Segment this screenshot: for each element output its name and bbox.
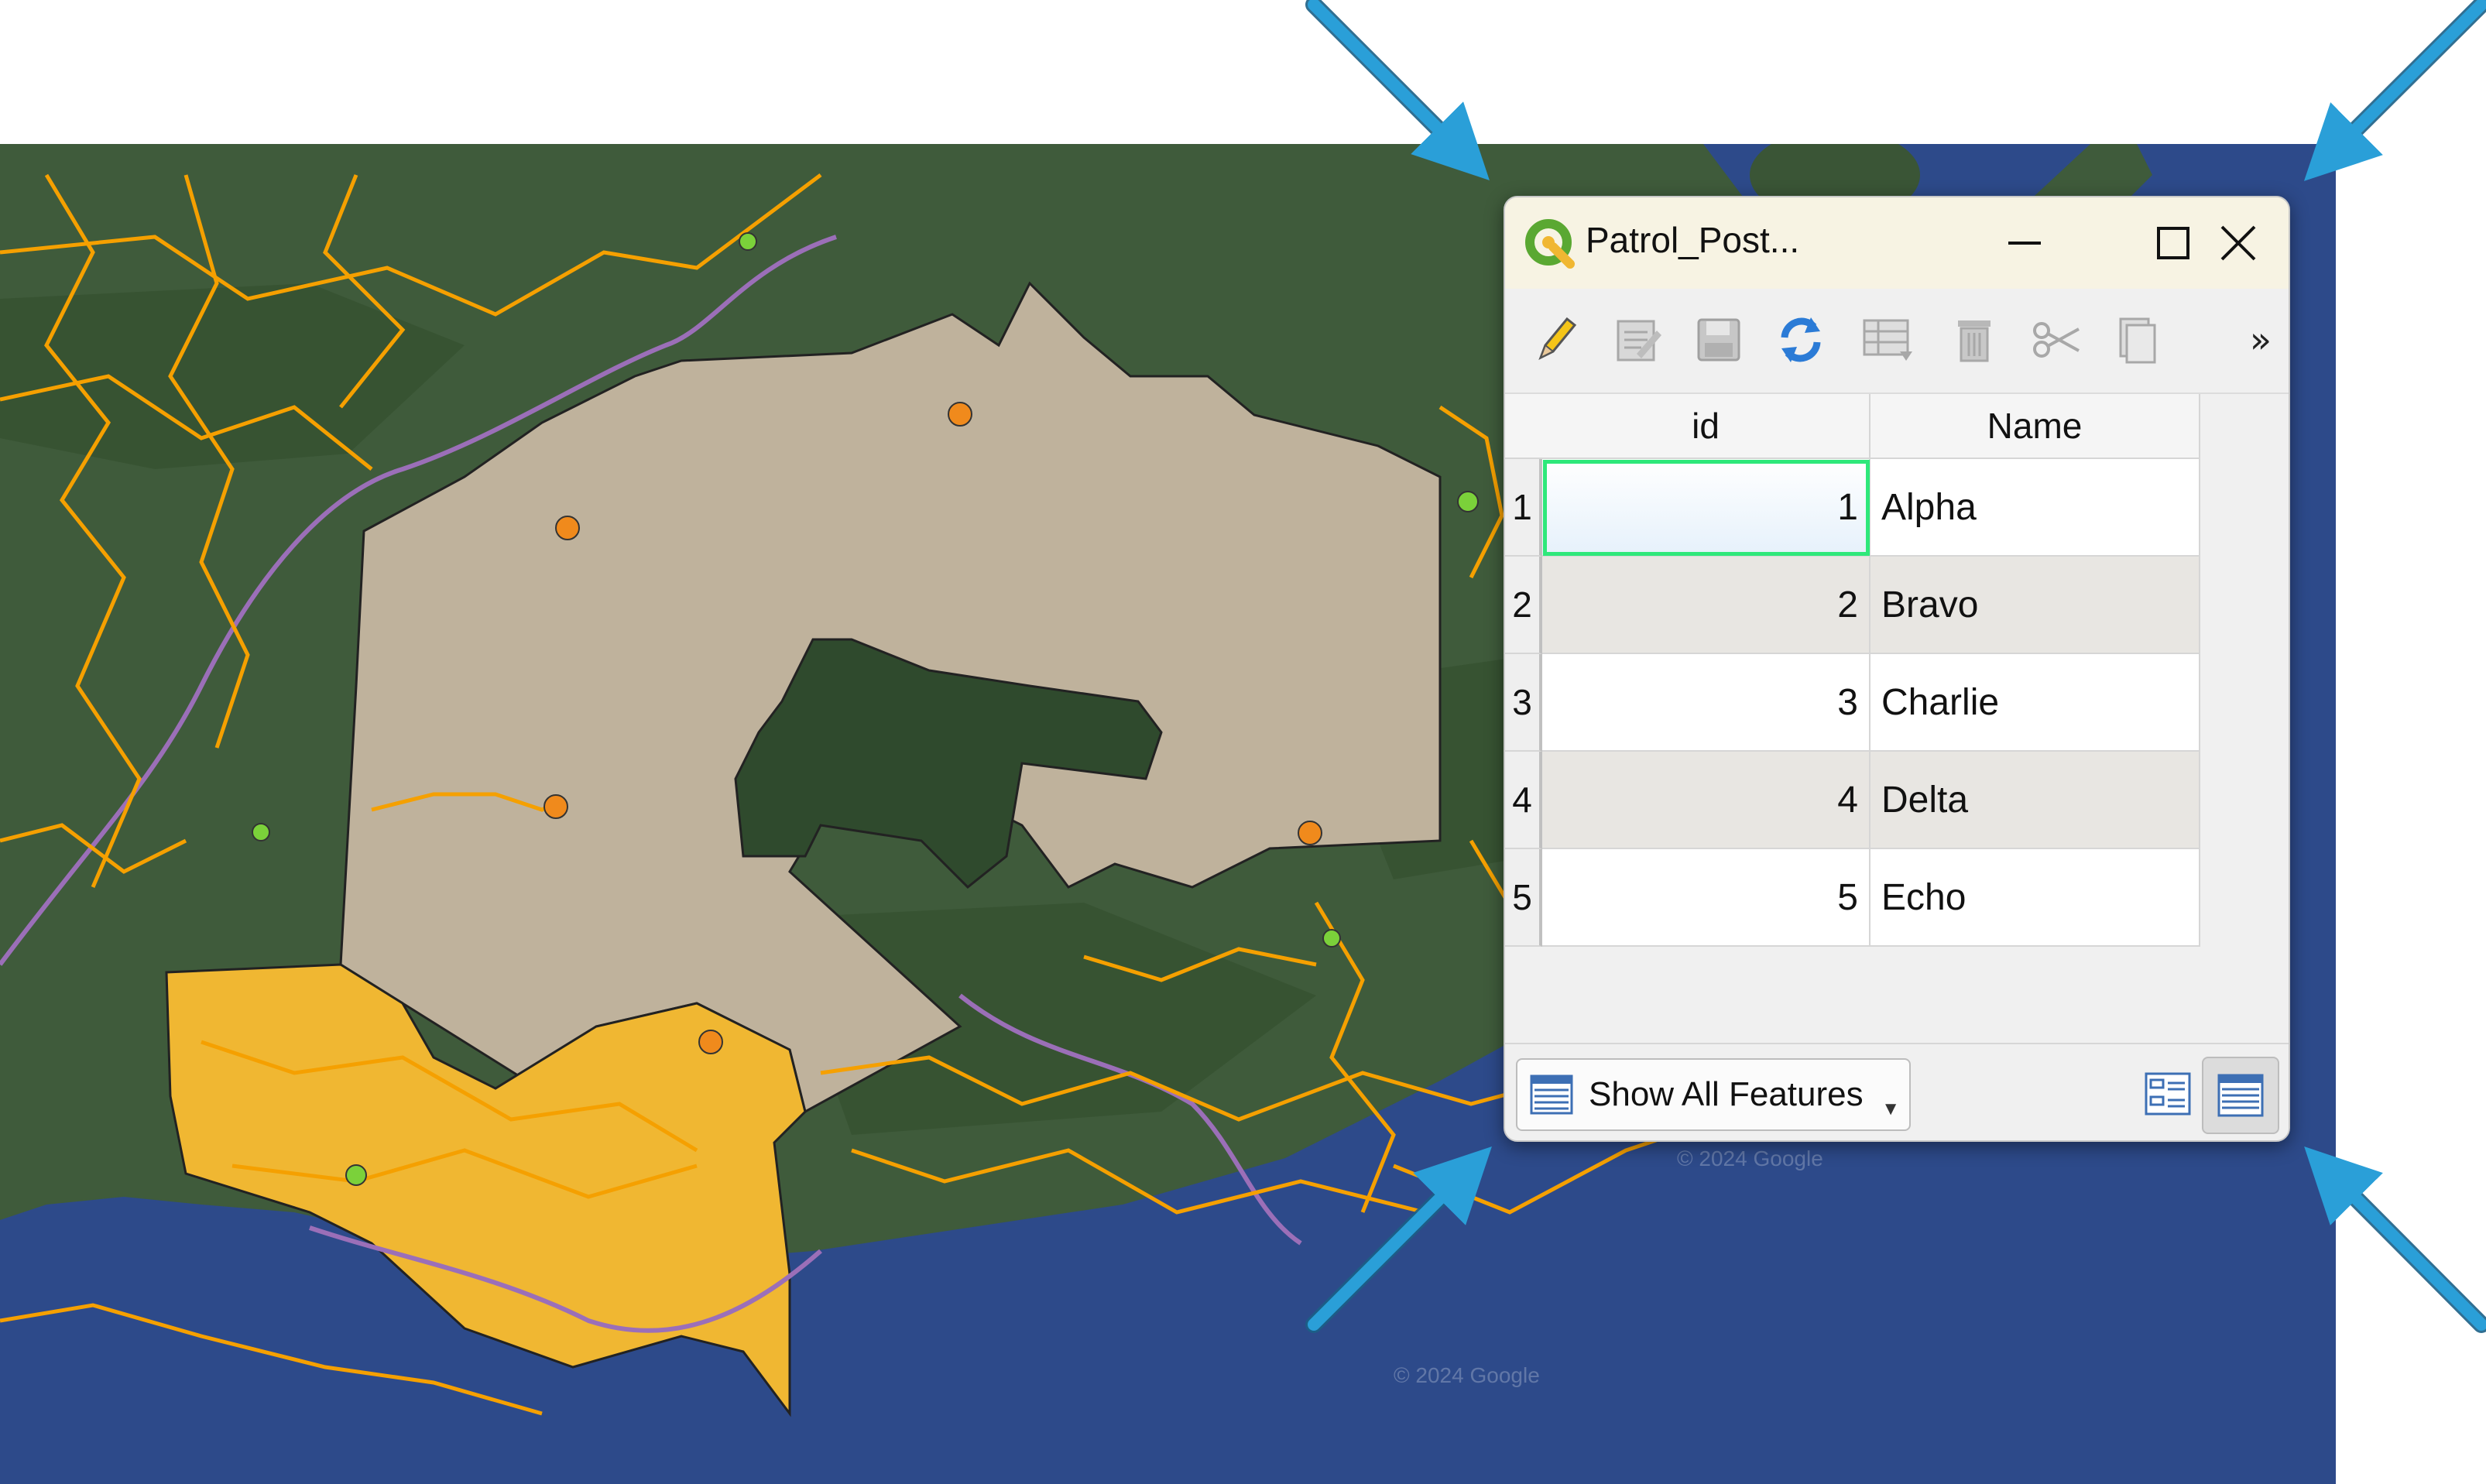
window-title: Patrol_Post... xyxy=(1586,220,1800,260)
cell-id[interactable]: 2 xyxy=(1542,557,1871,654)
column-header-id[interactable]: id xyxy=(1542,394,1871,459)
cell-name-value: Bravo xyxy=(1881,584,1979,625)
cell-name-value: Delta xyxy=(1881,779,1969,821)
close-button[interactable] xyxy=(2188,197,2289,289)
add-feature-icon xyxy=(1863,319,1912,361)
row-number[interactable]: 5 xyxy=(1505,849,1542,947)
cell-id[interactable]: 3 xyxy=(1542,654,1871,752)
save-edits-button[interactable] xyxy=(1691,312,1747,368)
show-all-features-dropdown[interactable]: Show All Features ▼ xyxy=(1516,1058,1911,1131)
delete-icon xyxy=(1958,320,1991,362)
cell-name-value: Alpha xyxy=(1881,486,1977,528)
minimize-button[interactable] xyxy=(1974,197,2075,289)
save-icon xyxy=(1697,318,1740,362)
attribute-table-window[interactable]: Patrol_Post... » id Name 1 1 Alpha 2 2 B… xyxy=(1504,196,2290,1142)
table-view-icon xyxy=(2217,1074,2264,1117)
refresh-icon xyxy=(1781,317,1821,362)
edit-multiple-icon xyxy=(1617,320,1661,362)
show-all-features-label: Show All Features xyxy=(1589,1075,1864,1113)
cell-id-value: 3 xyxy=(1837,681,1858,723)
add-feature-button[interactable] xyxy=(1861,312,1917,368)
arrow-bottom-right xyxy=(2314,1157,2486,1333)
close-icon xyxy=(2220,225,2256,261)
table-view-button[interactable] xyxy=(2202,1057,2279,1134)
row-number[interactable]: 3 xyxy=(1505,654,1542,752)
arrow-top-right xyxy=(2314,0,2486,171)
table-row[interactable]: 1 1 Alpha xyxy=(1505,459,2202,557)
pencil-icon xyxy=(1538,317,1577,361)
map-watermark-2: © 2024 Google xyxy=(1394,1363,1540,1387)
cell-name-value: Echo xyxy=(1881,876,1967,918)
form-view-icon xyxy=(2145,1072,2191,1116)
attribute-toolbar: » xyxy=(1505,289,2289,394)
form-view-button[interactable] xyxy=(2131,1057,2205,1131)
table-row[interactable]: 2 2 Bravo xyxy=(1505,557,2202,654)
column-header-name[interactable]: Name xyxy=(1871,394,2200,459)
cell-id-value: 5 xyxy=(1837,876,1858,918)
delete-feature-button[interactable] xyxy=(1946,312,2002,368)
table-row[interactable]: 4 4 Delta xyxy=(1505,752,2202,849)
minimize-icon xyxy=(2008,242,2041,245)
cell-id-value: 2 xyxy=(1837,584,1858,625)
title-bar[interactable]: Patrol_Post... xyxy=(1505,197,2289,289)
cell-name[interactable]: Delta xyxy=(1871,752,2200,849)
cut-icon xyxy=(2033,322,2080,358)
cell-id-value: 4 xyxy=(1837,779,1858,821)
table-footer: Show All Features ▼ xyxy=(1505,1043,2289,1140)
cell-name-value: Charlie xyxy=(1881,681,2000,723)
copy-icon xyxy=(2119,317,2156,364)
table-row[interactable]: 5 5 Echo xyxy=(1505,849,2202,947)
reload-button[interactable] xyxy=(1773,312,1829,368)
table-corner[interactable] xyxy=(1505,394,1544,459)
maximize-icon xyxy=(2157,227,2189,259)
cell-name[interactable]: Alpha xyxy=(1871,459,2200,557)
row-number[interactable]: 1 xyxy=(1505,459,1542,557)
cell-id-value: 1 xyxy=(1837,486,1858,528)
map-watermark: © 2024 Google xyxy=(1677,1146,1823,1170)
cut-button[interactable] xyxy=(2028,312,2084,368)
cell-name[interactable]: Echo xyxy=(1871,849,2200,947)
table-row[interactable]: 3 3 Charlie xyxy=(1505,654,2202,752)
copy-button[interactable] xyxy=(2109,312,2165,368)
cell-name[interactable]: Bravo xyxy=(1871,557,2200,654)
toolbar-overflow-button[interactable]: » xyxy=(2233,312,2289,368)
chevron-down-icon: ▼ xyxy=(1881,1098,1900,1119)
cell-id[interactable]: 1 xyxy=(1542,459,1871,557)
cell-id[interactable]: 5 xyxy=(1542,849,1871,947)
row-number[interactable]: 2 xyxy=(1505,557,1542,654)
table-icon xyxy=(1530,1074,1573,1115)
qgis-logo-icon xyxy=(1525,219,1575,269)
cell-name[interactable]: Charlie xyxy=(1871,654,2200,752)
cell-id[interactable]: 4 xyxy=(1542,752,1871,849)
attribute-table[interactable]: id Name 1 1 Alpha 2 2 Bravo 3 3 Charlie … xyxy=(1505,394,2289,1043)
toggle-editing-button[interactable] xyxy=(1528,312,1584,368)
arrow-top-left xyxy=(1305,0,1480,170)
row-number[interactable]: 4 xyxy=(1505,752,1542,849)
multi-edit-button[interactable] xyxy=(1610,312,1666,368)
